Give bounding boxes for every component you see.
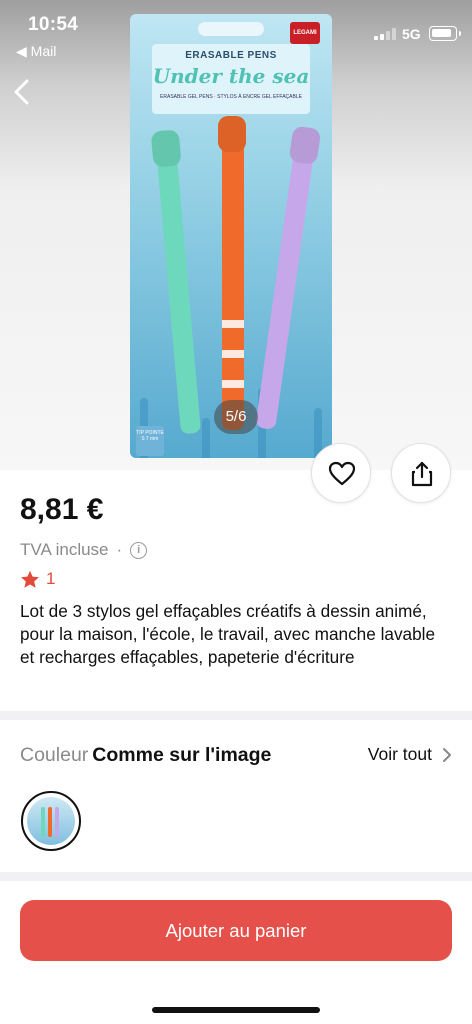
pen-purple [255, 125, 322, 430]
see-all-label: Voir tout [367, 744, 432, 764]
product-title: Lot de 3 stylos gel effaçables créatifs … [20, 601, 436, 667]
product-price: 8,81 € [20, 493, 104, 526]
share-button[interactable] [391, 443, 451, 503]
section-divider [0, 872, 472, 881]
pen-cap [150, 129, 182, 168]
battery-icon [429, 26, 461, 41]
info-icon[interactable]: i [130, 541, 148, 559]
package-subtitle: Under the sea [152, 64, 310, 88]
pen-cap [288, 125, 322, 166]
status-bar: 10:54 ◀ Mail 5G [0, 0, 472, 64]
back-to-app-link[interactable]: ◀ Mail [16, 43, 56, 60]
swatch-thumbnail [27, 797, 75, 845]
add-to-cart-button[interactable]: Ajouter au panier [20, 900, 452, 961]
star-icon [21, 570, 39, 588]
variant-value: Comme sur l'image [92, 744, 272, 766]
pen-orange [218, 116, 246, 430]
product-image-gallery[interactable]: LEGAMI ERASABLE PENS Under the sea ERASA… [0, 0, 472, 470]
product-photo: LEGAMI ERASABLE PENS Under the sea ERASA… [130, 14, 332, 458]
network-type: 5G [402, 26, 421, 42]
pen-cap [218, 116, 246, 152]
color-swatch-selected[interactable] [21, 791, 81, 851]
rating-row[interactable]: 1 [20, 569, 55, 589]
see-all-link[interactable]: Voir tout [368, 744, 452, 765]
tax-info-row: TVA incluse · i [20, 540, 148, 560]
pen-stripe [222, 350, 244, 358]
pen-stripe [222, 380, 244, 388]
pen-stripe [222, 320, 244, 328]
tax-label: TVA incluse [20, 540, 109, 559]
variant-label: Couleur [20, 744, 89, 766]
image-page-counter: 5/6 [214, 400, 258, 434]
back-chevron-icon[interactable] [8, 76, 36, 108]
package-small-text: ERASABLE GEL PENS · STYLOS À ENCRE GEL E… [160, 94, 302, 100]
section-divider [0, 711, 472, 720]
home-indicator[interactable] [152, 1007, 320, 1013]
variant-selector-row[interactable]: Couleur Comme sur l'image Voir tout [20, 744, 452, 768]
tip-size-label: TIP POINTE 0.7 mm [136, 426, 164, 456]
pen-mint [150, 129, 202, 435]
signal-strength-icon [374, 28, 398, 40]
heart-icon [328, 461, 356, 486]
tax-separator: · [116, 540, 123, 559]
seaweed-decoration [202, 418, 210, 458]
chevron-right-icon [443, 747, 451, 762]
status-time: 10:54 [28, 14, 79, 35]
favorite-button[interactable] [311, 443, 371, 503]
share-icon [411, 461, 433, 487]
rating-value: 1 [46, 569, 56, 588]
